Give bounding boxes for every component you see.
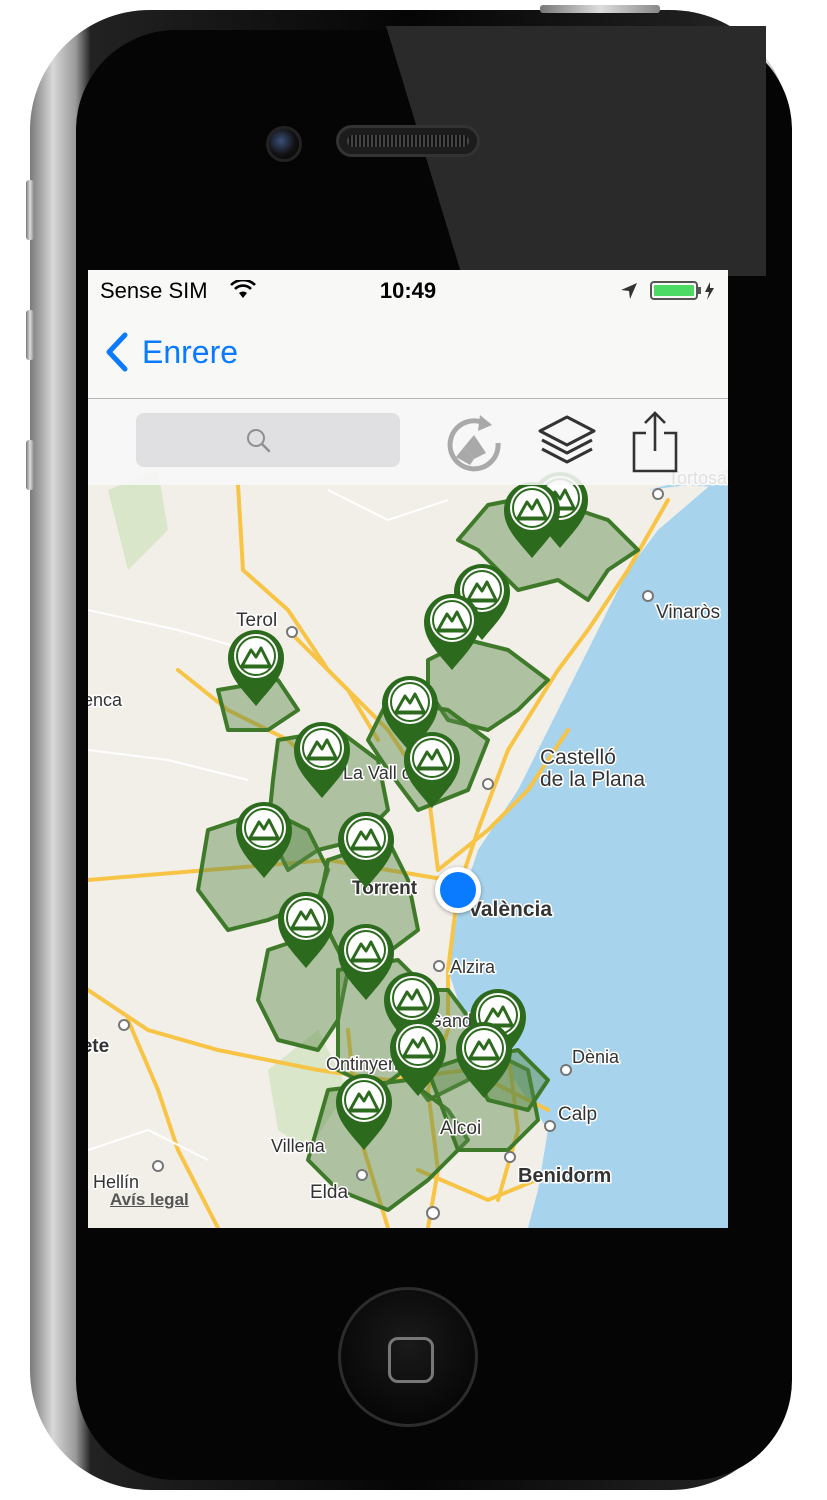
place-label-castello: Castelló <box>540 746 616 769</box>
search-icon <box>247 429 271 453</box>
legal-link[interactable]: Avís legal <box>110 1190 189 1210</box>
mute-switch <box>26 180 34 240</box>
search-field[interactable] <box>136 413 400 467</box>
volume-down-button <box>26 440 34 490</box>
home-square-icon <box>388 1337 434 1383</box>
place-label-valencia: València <box>468 898 552 921</box>
place-label-elda: Elda <box>310 1182 348 1203</box>
volume-up-button <box>26 310 34 360</box>
front-camera <box>266 126 302 162</box>
back-button[interactable]: Enrere <box>104 332 238 372</box>
place-label-villena: Villena <box>271 1136 326 1156</box>
place-label-benidorm: Benidorm <box>518 1165 611 1187</box>
back-button-label: Enrere <box>142 333 239 370</box>
chevron-left-icon <box>106 332 128 372</box>
location-arrow-icon <box>621 283 637 299</box>
earpiece-speaker <box>336 125 480 157</box>
place-label-terol: Terol <box>236 610 277 631</box>
layers-icon[interactable] <box>536 413 598 473</box>
battery-charging-icon <box>650 281 714 300</box>
place-label-vinaros: Vinaròs <box>656 602 720 623</box>
place-label-calp: Calp <box>558 1104 597 1125</box>
share-icon[interactable] <box>628 409 682 475</box>
place-label-albacete: Albacete <box>88 1036 109 1057</box>
navigation-bar: Sense SIM 10:49 Enrere <box>88 270 728 399</box>
place-label-alzira: Alzira <box>450 957 496 977</box>
user-location-dot <box>435 867 481 913</box>
place-label-denia: Dènia <box>572 1047 620 1067</box>
reset-icon[interactable] <box>444 413 506 473</box>
power-button <box>540 5 660 13</box>
status-bar: Sense SIM 10:49 <box>88 270 728 310</box>
home-button[interactable] <box>338 1287 478 1427</box>
place-label-cuenca: Cuenca <box>88 690 123 710</box>
map-toolbar <box>88 399 728 485</box>
place-label-de-la-plana: de la Plana <box>540 768 645 791</box>
place-label-hellin: Hellín <box>93 1172 139 1192</box>
app-screen: Terol Tortosa Vinaròs Castelló de la Pla… <box>88 270 728 1228</box>
place-label-alcoi: Alcoi <box>440 1118 481 1139</box>
